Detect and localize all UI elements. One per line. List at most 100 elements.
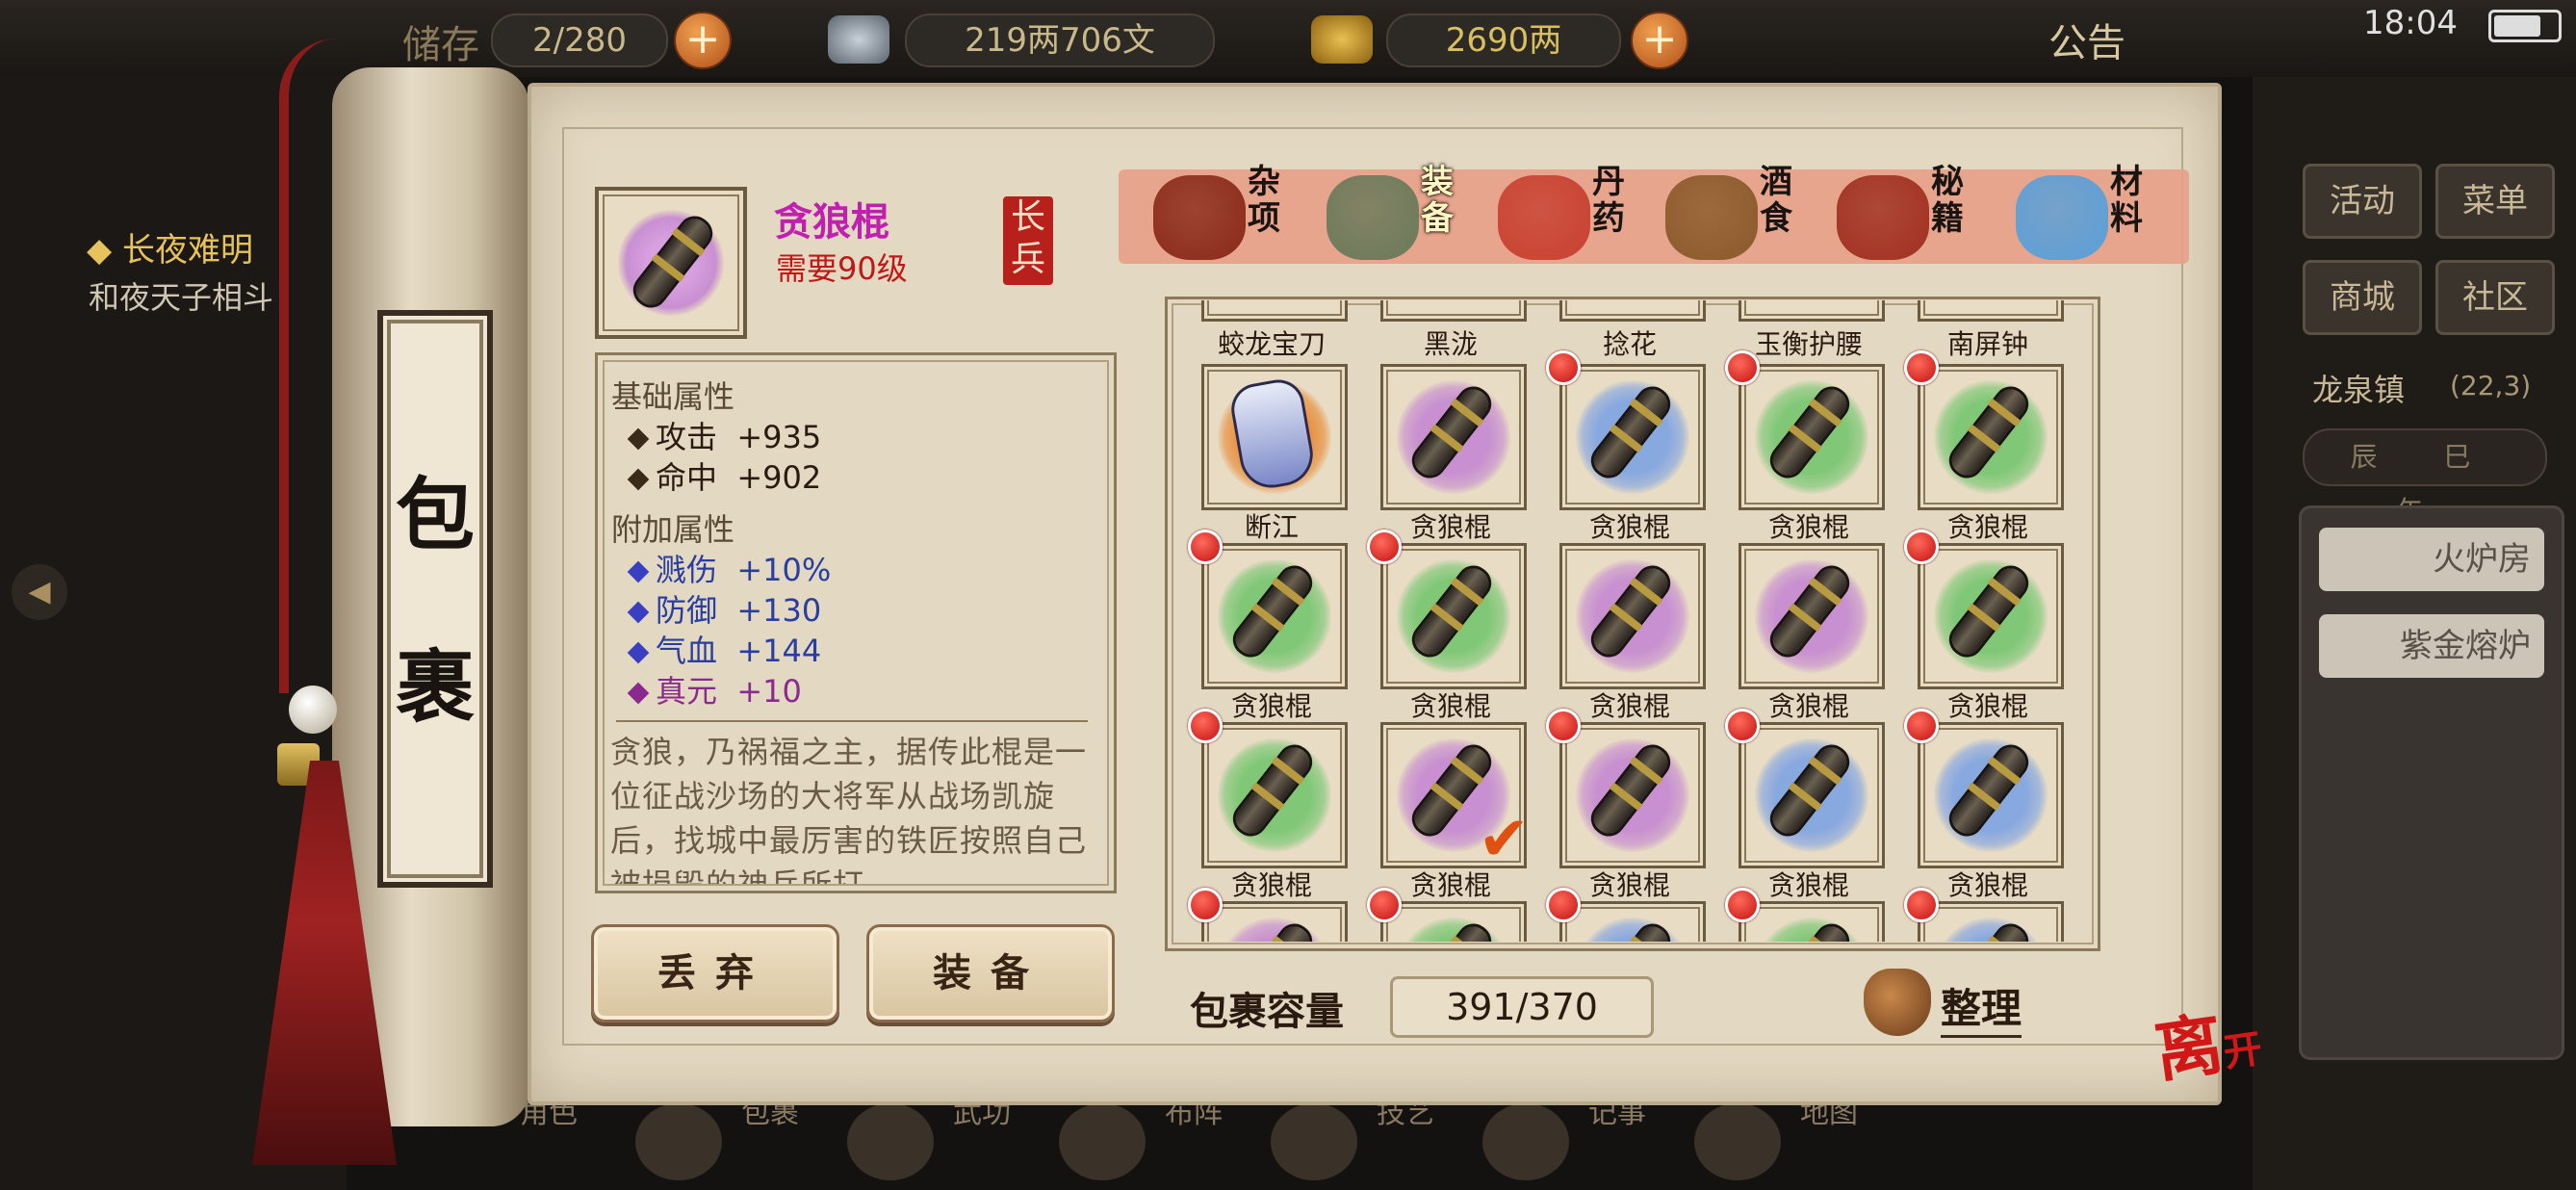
stat-value: +130 xyxy=(736,592,822,629)
inventory-slot-label: 蛟龙宝刀 xyxy=(1217,328,1326,360)
shop-button[interactable]: 商城 xyxy=(2303,260,2422,335)
stat-row: 真元 +10 xyxy=(627,667,802,711)
inventory-slot[interactable] xyxy=(1559,901,1706,942)
inventory-slot[interactable] xyxy=(1739,901,1885,942)
item-level-requirement: 需要90级 xyxy=(776,250,908,287)
gold-value: 2690两 xyxy=(1386,13,1621,67)
stat-value: +144 xyxy=(736,633,822,669)
food-icon xyxy=(1665,175,1758,260)
menu-button[interactable]: 菜单 xyxy=(2435,164,2555,239)
leave-char-1: 离 xyxy=(2150,1003,2228,1093)
quest-title[interactable]: ◆ 长夜难明 xyxy=(87,223,253,271)
item-type-seal: 长兵 xyxy=(1003,196,1053,285)
stat-name: 溅伤 xyxy=(656,552,718,588)
stat-value: +10 xyxy=(736,673,802,710)
leave-button[interactable]: 离开 xyxy=(2149,985,2267,1096)
community-button[interactable]: 社区 xyxy=(2435,260,2555,335)
stat-name: 防御 xyxy=(656,592,718,629)
category-tab[interactable]: 杂项 xyxy=(1153,164,1298,270)
category-tab[interactable]: 酒食 xyxy=(1665,164,1810,270)
category-tab-label: 材料 xyxy=(2110,163,2143,238)
base-attributes-heading: 基础属性 xyxy=(611,378,735,415)
inventory-slot-label: 贪狼棍 xyxy=(1588,511,1670,543)
inventory-slot[interactable] xyxy=(1201,543,1348,689)
bag-title-char-1: 包 xyxy=(395,469,475,561)
inventory-slot[interactable] xyxy=(1918,901,2064,942)
new-item-dot xyxy=(1546,350,1581,385)
room-panel: 火炉房 紫金熔炉 xyxy=(2299,505,2564,1060)
inventory-slot[interactable] xyxy=(1559,300,1706,322)
status-clock: 18:04 xyxy=(2363,4,2458,42)
new-item-dot xyxy=(1367,530,1402,564)
inventory-slot[interactable] xyxy=(1918,300,2064,322)
collapse-left-arrow-icon[interactable]: ◀ xyxy=(12,564,67,620)
inventory-slot[interactable] xyxy=(1559,543,1706,689)
inventory-slot[interactable] xyxy=(1201,722,1348,868)
stat-name: 真元 xyxy=(656,673,718,710)
stat-name: 攻击 xyxy=(656,419,718,455)
new-item-dot xyxy=(1725,888,1760,922)
stat-value: +935 xyxy=(736,419,822,455)
inventory-slot[interactable] xyxy=(1201,300,1348,322)
category-tab-label: 装备 xyxy=(1421,163,1454,238)
add-storage-button[interactable]: + xyxy=(674,12,732,69)
category-tab[interactable]: 秘籍 xyxy=(1837,164,1981,270)
new-item-dot xyxy=(1367,888,1402,922)
inventory-slot[interactable] xyxy=(1380,364,1527,510)
inventory-slot[interactable] xyxy=(1559,722,1706,868)
storage-value: 2/280 xyxy=(491,13,668,67)
leave-char-2: 开 xyxy=(2220,1025,2265,1076)
new-item-dot xyxy=(1904,888,1939,922)
category-tab[interactable]: 材料 xyxy=(2016,164,2160,270)
new-item-dot xyxy=(1904,530,1939,564)
stat-row: 攻击 +935 xyxy=(627,413,822,457)
furnace-room-button[interactable]: 火炉房 xyxy=(2319,528,2544,591)
sort-bag-icon[interactable] xyxy=(1864,969,1931,1036)
crystal-icon xyxy=(2016,175,2108,260)
add-gold-button[interactable]: + xyxy=(1631,12,1688,69)
inventory-slot[interactable] xyxy=(1201,364,1348,510)
bag-icon xyxy=(635,1103,722,1180)
purple-gold-furnace-button[interactable]: 紫金熔炉 xyxy=(2319,614,2544,678)
inventory-slot[interactable] xyxy=(1918,364,2064,510)
pills-icon xyxy=(1498,175,1590,260)
stat-row: 气血 +144 xyxy=(627,627,822,671)
storage-label: 储存 xyxy=(402,23,479,67)
inventory-slot[interactable] xyxy=(1739,722,1885,868)
books-icon xyxy=(1837,175,1929,260)
inventory-slot[interactable] xyxy=(1559,364,1706,510)
category-tab-label: 丹药 xyxy=(1592,163,1625,238)
category-tab[interactable]: 丹药 xyxy=(1498,164,1642,270)
stat-row: 防御 +130 xyxy=(627,586,822,631)
inventory-slot[interactable] xyxy=(1380,543,1527,689)
item-grid[interactable]: 蛟龙宝刀 黑泷 捻花 玉衡护腰 南屏钟 断江 贪狼棍 贪狼棍 贪狼棍 贪狼棍 贪狼棍 贪狼棍 贪狼棍 贪狼… xyxy=(1169,300,2091,942)
sort-button[interactable]: 整理 xyxy=(1941,976,2022,1038)
new-item-dot xyxy=(1904,709,1939,743)
bag-title-char-2: 裹 xyxy=(395,641,475,734)
category-tab-label: 酒食 xyxy=(1760,163,1792,238)
activity-button[interactable]: 活动 xyxy=(2303,164,2422,239)
inventory-slot[interactable]: ✔ xyxy=(1380,722,1530,875)
stat-value: +902 xyxy=(736,459,822,496)
skills-icon xyxy=(1271,1103,1357,1180)
inventory-slot[interactable] xyxy=(1380,300,1527,322)
inventory-slot[interactable] xyxy=(1380,901,1527,942)
map-icon xyxy=(1694,1103,1781,1180)
equip-button[interactable]: 装备 xyxy=(866,924,1115,1022)
discard-button[interactable]: 丢弃 xyxy=(591,924,839,1022)
item-name: 贪狼棍 xyxy=(774,200,889,245)
inventory-slot[interactable] xyxy=(1918,722,2064,868)
inventory-slot[interactable] xyxy=(1739,543,1885,689)
new-item-dot xyxy=(1188,530,1223,564)
category-tab[interactable]: 装备 xyxy=(1327,164,1471,270)
announcement-button[interactable]: 公告 xyxy=(2048,12,2125,67)
inventory-slot[interactable] xyxy=(1739,300,1885,322)
inventory-slot[interactable] xyxy=(1739,364,1885,510)
inventory-slot-label: 贪狼棍 xyxy=(1409,690,1491,722)
inventory-slot[interactable] xyxy=(1918,543,2064,689)
location-name: 龙泉镇 xyxy=(2312,372,2406,408)
stats-divider xyxy=(616,720,1088,722)
bagua-icon xyxy=(1059,1103,1146,1180)
inventory-slot[interactable] xyxy=(1201,901,1348,942)
item-description-scroll[interactable]: 贪狼，乃祸福之主，据传此棍是一位征战沙场的大将军从战场凯旋后，找城中最厉害的铁匠… xyxy=(610,730,1101,884)
